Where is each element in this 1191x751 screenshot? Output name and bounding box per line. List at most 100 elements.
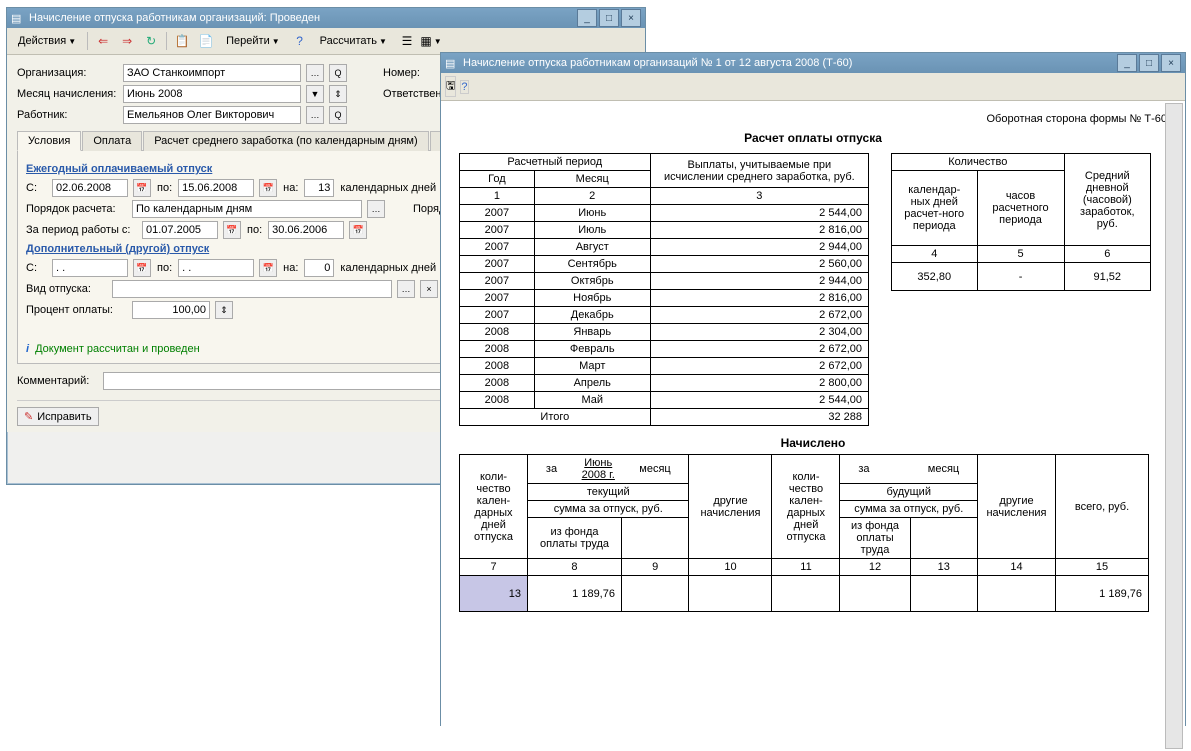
period-to-calendar-icon[interactable]: 📅 (349, 221, 367, 239)
comment-label: Комментарий: (17, 375, 97, 387)
col-pay: Выплаты, учитываемые при исчислении сред… (650, 154, 868, 188)
days1-field[interactable]: 13 (304, 179, 334, 197)
month-step-button[interactable]: ⇕ (329, 85, 347, 103)
leave-type-field[interactable] (112, 280, 392, 298)
recalc-menu[interactable]: Рассчитать▼ (313, 32, 394, 50)
report-maximize-button[interactable]: □ (1139, 54, 1159, 72)
report-body: Оборотная сторона формы № Т-60 Расчет оп… (441, 101, 1185, 751)
to1-calendar-icon[interactable]: 📅 (259, 179, 277, 197)
table-row: 2008Январь2 304,00 (460, 324, 869, 341)
from1-calendar-icon[interactable]: 📅 (133, 179, 151, 197)
tool2-icon[interactable]: 📄 (195, 31, 217, 51)
from1-label: С: (26, 182, 46, 194)
days2-field[interactable]: 0 (304, 259, 334, 277)
month-field[interactable]: Июнь 2008 (123, 85, 301, 103)
worker-open-button[interactable]: Q (329, 106, 347, 124)
to1-field[interactable]: 15.06.2008 (178, 179, 254, 197)
report-toolbar: 🖫 ? (441, 73, 1185, 101)
to2-label: по: (157, 262, 172, 274)
window-title: Начисление отпуска работникам организаци… (29, 12, 575, 24)
worker-field[interactable]: Емельянов Олег Викторович (123, 106, 301, 124)
help-icon[interactable]: ? (289, 31, 311, 51)
col-cal-days: календар- ных дней расчет-ного периода (892, 171, 978, 246)
more-icon[interactable]: ▦▼ (420, 31, 442, 51)
period-from-field[interactable]: 01.07.2005 (142, 221, 218, 239)
calc-order-lookup-button[interactable]: … (367, 200, 385, 218)
leave-type-label: Вид отпуска: (26, 283, 106, 295)
pay-pct-field[interactable]: 100,00 (132, 301, 210, 319)
total-value: 32 288 (650, 409, 868, 426)
period-from-calendar-icon[interactable]: 📅 (223, 221, 241, 239)
from2-field[interactable]: . . (52, 259, 128, 277)
leave-type-clear-button[interactable]: × (420, 280, 438, 298)
col-month: Месяц (534, 171, 650, 188)
table-row: 2007Июль2 816,00 (460, 222, 869, 239)
period-to-field[interactable]: 30.06.2006 (268, 221, 344, 239)
leave-type-lookup-button[interactable]: … (397, 280, 415, 298)
pay-pct-step-button[interactable]: ⇕ (215, 301, 233, 319)
days-cell[interactable]: 13 (460, 576, 528, 612)
on2-label: на: (283, 262, 298, 274)
worker-lookup-button[interactable]: … (306, 106, 324, 124)
table-row: 2007Июнь2 544,00 (460, 205, 869, 222)
v6: 91,52 (1064, 263, 1150, 291)
report-titlebar: ▤ Начисление отпуска работникам организа… (441, 53, 1185, 73)
toolbar: Действия▼ ⇐ ⇒ ↻ 📋 📄 Перейти▼ ? Рассчитат… (7, 28, 645, 55)
org-field[interactable]: ЗАО Станкоимпорт (123, 64, 301, 82)
export-icon[interactable]: 🖫 (445, 76, 456, 97)
from2-calendar-icon[interactable]: 📅 (133, 259, 151, 277)
report-minimize-button[interactable]: _ (1117, 54, 1137, 72)
help2-icon[interactable]: ? (460, 80, 468, 94)
accrued-table: коли-чество кален-дарных дней отпуска за… (459, 454, 1149, 612)
fix-button[interactable]: ✎ Исправить (17, 407, 99, 426)
month-drop-button[interactable]: ▼ (306, 85, 324, 103)
from2-label: С: (26, 262, 46, 274)
pay-pct-label: Процент оплаты: (26, 304, 126, 316)
col-avg: Средний дневной (часовой) заработок, руб… (1064, 154, 1150, 246)
period-to-label: по: (247, 224, 262, 236)
next-icon[interactable]: ⇒ (116, 31, 138, 51)
org-lookup-button[interactable]: … (306, 64, 324, 82)
document-icon: ▤ (445, 57, 459, 70)
document-icon: ▤ (11, 12, 25, 25)
prev-icon[interactable]: ⇐ (92, 31, 114, 51)
sum15-cell: 1 189,76 (1056, 576, 1149, 612)
total-label: Итого (460, 409, 651, 426)
to2-field[interactable]: . . (178, 259, 254, 277)
number-label: Номер: (383, 67, 433, 79)
org-open-button[interactable]: Q (329, 64, 347, 82)
refresh-icon[interactable]: ↻ (140, 31, 162, 51)
report-close-button[interactable]: × (1161, 54, 1181, 72)
from1-field[interactable]: 02.06.2008 (52, 179, 128, 197)
calc-order-label: Порядок расчета: (26, 203, 126, 215)
table-row: 2007Октябрь2 944,00 (460, 273, 869, 290)
tab-avg-calc[interactable]: Расчет среднего заработка (по календарны… (143, 131, 428, 151)
table-row: 2008Февраль2 672,00 (460, 341, 869, 358)
calc-order-field[interactable]: По календарным дням (132, 200, 362, 218)
form-note: Оборотная сторона формы № Т-60 (459, 113, 1167, 125)
to2-calendar-icon[interactable]: 📅 (259, 259, 277, 277)
status-text: Документ рассчитан и проведен (35, 343, 200, 355)
qty-table: Количество Средний дневной (часовой) зар… (891, 153, 1151, 291)
report-heading: Расчет оплаты отпуска (459, 131, 1167, 145)
tab-payment[interactable]: Оплата (82, 131, 142, 151)
days1-text: календарных дней (340, 182, 436, 194)
period-table: Расчетный период Выплаты, учитываемые пр… (459, 153, 869, 426)
table-row: 2007Август2 944,00 (460, 239, 869, 256)
on1-label: на: (283, 182, 298, 194)
tab-conditions[interactable]: Условия (17, 131, 81, 151)
period-from-label: За период работы с: (26, 224, 136, 236)
minimize-button[interactable]: _ (577, 9, 597, 27)
table-row: 2008Май2 544,00 (460, 392, 869, 409)
tool-icon[interactable]: 📋 (171, 31, 193, 51)
col-hours: часов расчетного периода (977, 171, 1064, 246)
vertical-scrollbar[interactable] (1165, 103, 1183, 749)
close-button[interactable]: × (621, 9, 641, 27)
list-icon[interactable]: ☰ (396, 31, 418, 51)
col-year: Год (460, 171, 535, 188)
actions-menu[interactable]: Действия▼ (11, 32, 83, 50)
maximize-button[interactable]: □ (599, 9, 619, 27)
goto-menu[interactable]: Перейти▼ (219, 32, 287, 50)
worker-label: Работник: (17, 109, 117, 121)
col-period: Расчетный период (460, 154, 651, 171)
